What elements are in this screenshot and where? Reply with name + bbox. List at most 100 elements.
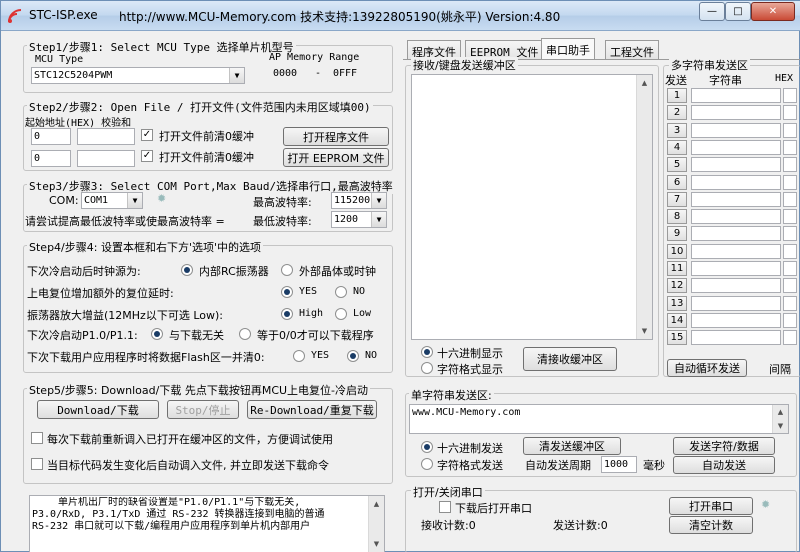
multi-send-row-button[interactable]: 11	[667, 261, 687, 276]
multi-send-row-input[interactable]	[691, 330, 781, 345]
multi-send-row-input[interactable]	[691, 244, 781, 259]
multi-send-row-button[interactable]: 8	[667, 209, 687, 224]
reload-before-download-checkbox[interactable]	[31, 432, 43, 444]
scroll-up-icon[interactable]: ▲	[773, 405, 788, 419]
receive-char-radio[interactable]	[421, 362, 433, 374]
multi-send-row-input[interactable]	[691, 278, 781, 293]
clock-internal-rc-radio[interactable]	[181, 264, 193, 276]
multi-send-row-input[interactable]	[691, 226, 781, 241]
receive-textarea[interactable]: ▲ ▼	[411, 74, 653, 340]
multi-send-row-hex-checkbox[interactable]	[783, 192, 797, 207]
download-button[interactable]: Download/下载	[37, 400, 159, 419]
flash-clear-yes-radio[interactable]	[293, 350, 305, 362]
multi-send-row-hex-checkbox[interactable]	[783, 140, 797, 155]
max-baud-select[interactable]: 115200 ▼	[331, 192, 387, 209]
stop-button[interactable]: Stop/停止	[167, 400, 239, 419]
multi-send-row-input[interactable]	[691, 157, 781, 172]
eeprom-start-addr-input[interactable]: 0	[31, 150, 71, 167]
receive-scrollbar[interactable]: ▲ ▼	[636, 75, 652, 339]
multi-send-row-button[interactable]: 10	[667, 244, 687, 259]
program-start-addr-input[interactable]: 0	[31, 128, 71, 145]
scroll-down-icon[interactable]: ▼	[773, 419, 788, 433]
multi-send-row-hex-checkbox[interactable]	[783, 261, 797, 276]
scroll-up-icon[interactable]: ▲	[637, 75, 652, 91]
auto-loop-send-button[interactable]: 自动循环发送	[667, 359, 747, 377]
open-program-file-button[interactable]: 打开程序文件	[283, 127, 389, 146]
minimize-button[interactable]: —	[699, 2, 725, 21]
multi-send-row-button[interactable]: 15	[667, 330, 687, 345]
auto-period-input[interactable]: 1000	[601, 456, 637, 473]
single-send-textarea[interactable]: www.MCU-Memory.com ▲ ▼	[409, 404, 789, 434]
tab-serial-assistant[interactable]: 串口助手	[541, 38, 595, 60]
multi-send-row-button[interactable]: 7	[667, 192, 687, 207]
multi-send-row-hex-checkbox[interactable]	[783, 88, 797, 103]
com-port-select[interactable]: COM1 ▼	[81, 192, 143, 209]
multi-send-row-button[interactable]: 6	[667, 175, 687, 190]
send-data-button[interactable]: 发送字符/数据	[673, 437, 775, 455]
multi-send-row-hex-checkbox[interactable]	[783, 123, 797, 138]
multi-send-row-hex-checkbox[interactable]	[783, 105, 797, 120]
multi-send-row-button[interactable]: 4	[667, 140, 687, 155]
redownload-button[interactable]: Re-Download/重复下载	[247, 400, 377, 419]
multi-send-row-input[interactable]	[691, 88, 781, 103]
multi-send-row-button[interactable]: 13	[667, 296, 687, 311]
multi-send-row-input[interactable]	[691, 261, 781, 276]
multi-send-row-input[interactable]	[691, 140, 781, 155]
multi-send-row-input[interactable]	[691, 105, 781, 120]
open-eeprom-file-button[interactable]: 打开 EEPROM 文件	[283, 148, 389, 167]
auto-reload-checkbox[interactable]	[31, 458, 43, 470]
osc-gain-low-radio[interactable]	[335, 308, 347, 320]
clear-receive-button[interactable]: 清接收缓冲区	[523, 347, 617, 371]
multi-send-row-input[interactable]	[691, 313, 781, 328]
p10-unrelated-radio[interactable]	[151, 328, 163, 340]
multi-send-row-hex-checkbox[interactable]	[783, 278, 797, 293]
multi-send-row-button[interactable]: 5	[667, 157, 687, 172]
multi-send-row-button[interactable]: 2	[667, 105, 687, 120]
clear-buffer-program-checkbox[interactable]: ✓	[141, 129, 153, 141]
flash-clear-no-radio[interactable]	[347, 350, 359, 362]
maximize-button[interactable]: □	[725, 2, 751, 21]
scroll-down-icon[interactable]: ▼	[369, 536, 384, 552]
multi-send-row-hex-checkbox[interactable]	[783, 157, 797, 172]
receive-hex-radio[interactable]	[421, 346, 433, 358]
multi-send-row-hex-checkbox[interactable]	[783, 175, 797, 190]
info-textarea[interactable]: 单片机出厂时的缺省设置是"P1.0/P1.1"与下载无关, P3.0/RxD, …	[29, 495, 385, 552]
multi-send-row-hex-checkbox[interactable]	[783, 226, 797, 241]
multi-send-row-button[interactable]: 14	[667, 313, 687, 328]
multi-send-row-input[interactable]	[691, 175, 781, 190]
send-char-radio[interactable]	[421, 458, 433, 470]
clear-send-button[interactable]: 清发送缓冲区	[523, 437, 621, 455]
tab-project-file[interactable]: 工程文件	[605, 40, 659, 60]
multi-send-row-button[interactable]: 1	[667, 88, 687, 103]
clock-external-radio[interactable]	[281, 264, 293, 276]
single-send-scrollbar[interactable]: ▲ ▼	[772, 405, 788, 433]
multi-send-row-input[interactable]	[691, 296, 781, 311]
p10-zero-radio[interactable]	[239, 328, 251, 340]
multi-send-row-hex-checkbox[interactable]	[783, 330, 797, 345]
clear-count-button[interactable]: 清空计数	[669, 516, 753, 534]
send-hex-radio[interactable]	[421, 441, 433, 453]
open-port-button[interactable]: 打开串口	[669, 497, 753, 515]
multi-send-row-hex-checkbox[interactable]	[783, 209, 797, 224]
clear-buffer-eeprom-checkbox[interactable]: ✓	[141, 150, 153, 162]
min-baud-select[interactable]: 1200 ▼	[331, 211, 387, 228]
multi-send-row-hex-checkbox[interactable]	[783, 313, 797, 328]
multi-send-row-input[interactable]	[691, 209, 781, 224]
open-on-download-checkbox[interactable]	[439, 501, 451, 513]
close-button[interactable]: ✕	[751, 2, 795, 21]
scroll-down-icon[interactable]: ▼	[637, 323, 652, 339]
reset-delay-no-radio[interactable]	[335, 286, 347, 298]
reset-delay-yes-radio[interactable]	[281, 286, 293, 298]
osc-gain-high-radio[interactable]	[281, 308, 293, 320]
multi-send-row-input[interactable]	[691, 192, 781, 207]
multi-send-row-button[interactable]: 3	[667, 123, 687, 138]
auto-send-button[interactable]: 自动发送	[673, 456, 775, 474]
info-scrollbar[interactable]: ▲ ▼	[368, 496, 384, 552]
multi-send-row-input[interactable]	[691, 123, 781, 138]
multi-send-row-hex-checkbox[interactable]	[783, 244, 797, 259]
scroll-up-icon[interactable]: ▲	[369, 496, 384, 512]
mcu-type-select[interactable]: STC12C5204PWM ▼	[31, 67, 245, 84]
multi-send-row-button[interactable]: 9	[667, 226, 687, 241]
multi-send-row-hex-checkbox[interactable]	[783, 296, 797, 311]
multi-send-row-button[interactable]: 12	[667, 278, 687, 293]
